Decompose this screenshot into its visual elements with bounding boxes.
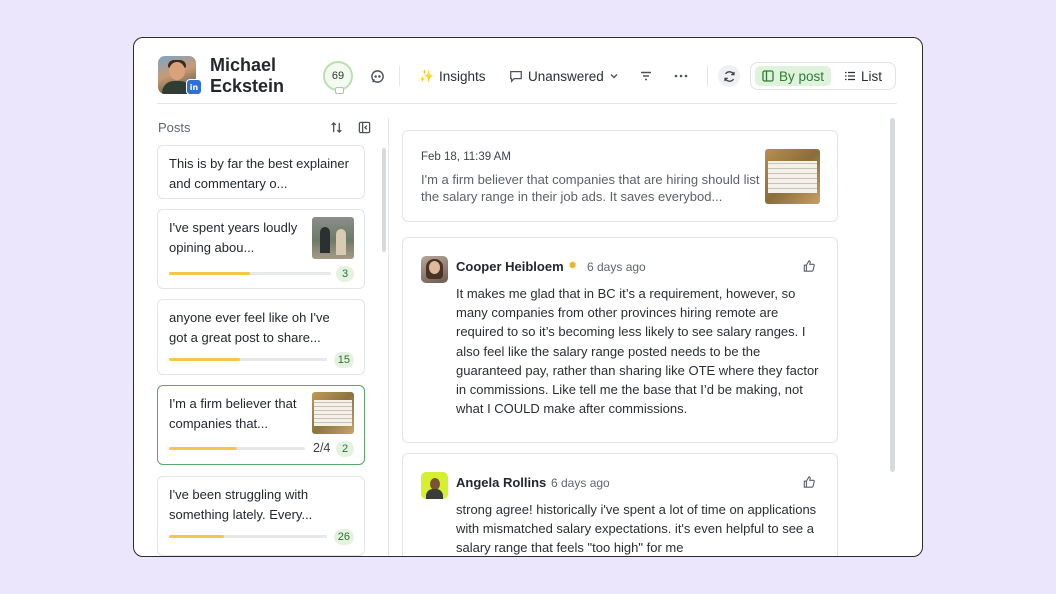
panel-divider bbox=[388, 118, 389, 556]
post-text: I've been struggling with something late… bbox=[169, 487, 313, 522]
unanswered-label: Unanswered bbox=[528, 68, 604, 84]
insights-label: Insights bbox=[438, 68, 486, 84]
view-list-label: List bbox=[861, 68, 883, 84]
user-name: Michael Eckstein bbox=[210, 55, 285, 96]
post-text: I'm a firm believer that companies that.… bbox=[169, 396, 297, 431]
avatar[interactable] bbox=[421, 472, 448, 499]
comment-card: Angela Rollins 6 days ago strong agree! … bbox=[402, 453, 838, 556]
post-text: I've spent years loudly opining abou... bbox=[169, 220, 298, 255]
reply-progress-bar bbox=[169, 447, 305, 450]
reply-ratio: 2/4 bbox=[313, 441, 331, 455]
post-thumbnail bbox=[312, 217, 354, 259]
post-thumbnail bbox=[312, 392, 354, 434]
comments-scrollbar[interactable] bbox=[890, 118, 895, 472]
comment-count-badge: 2 bbox=[336, 441, 354, 457]
comment-count-badge: 26 bbox=[333, 529, 354, 545]
score-badge[interactable]: 69 bbox=[323, 61, 353, 94]
comment-text: strong agree! historically i've spent a … bbox=[456, 502, 817, 556]
chat-bubble-icon[interactable] bbox=[369, 68, 385, 84]
view-list-button[interactable]: List bbox=[837, 66, 889, 86]
post-card[interactable]: anyone ever feel like oh I've got a grea… bbox=[157, 299, 365, 375]
commenter-name[interactable]: Cooper Heibloem bbox=[456, 259, 564, 274]
collapse-panel-icon[interactable] bbox=[357, 120, 371, 134]
comment-text: It makes me glad that in BC it’s a requi… bbox=[456, 286, 819, 417]
thumbs-up-icon[interactable] bbox=[803, 476, 817, 490]
layout-panel-icon bbox=[762, 70, 774, 82]
sun-icon: ✹ bbox=[568, 260, 578, 272]
more-icon[interactable] bbox=[672, 68, 690, 84]
posts-panel-title: Posts bbox=[158, 120, 191, 135]
filter-icon[interactable] bbox=[638, 68, 654, 84]
comment-count-badge: 15 bbox=[333, 352, 354, 368]
unanswered-filter-button[interactable]: Unanswered bbox=[509, 67, 619, 85]
comment-time: 6 days ago bbox=[551, 476, 610, 490]
app-window: in Michael Eckstein 69 ✨ Insights Unansw… bbox=[133, 37, 923, 557]
thumbs-up-icon[interactable] bbox=[803, 260, 817, 274]
view-by-post-label: By post bbox=[779, 68, 825, 84]
commenter-name[interactable]: Angela Rollins bbox=[456, 475, 546, 490]
reply-progress-bar bbox=[169, 535, 327, 538]
post-card[interactable]: This is by far the best explainer and co… bbox=[157, 145, 365, 199]
list-icon bbox=[845, 71, 855, 81]
header-divider bbox=[157, 103, 897, 104]
post-text: anyone ever feel like oh I've got a grea… bbox=[169, 310, 330, 345]
sort-icon[interactable] bbox=[329, 120, 343, 134]
post-card[interactable]: I've spent years loudly opining abou... … bbox=[157, 209, 365, 289]
posts-scrollbar[interactable] bbox=[382, 148, 386, 252]
post-text: This is by far the best explainer and co… bbox=[169, 156, 349, 191]
post-card-selected[interactable]: I'm a firm believer that companies that.… bbox=[157, 385, 365, 465]
divider bbox=[399, 66, 400, 86]
original-post-card[interactable]: Feb 18, 11:39 AM I'm a firm believer tha… bbox=[402, 130, 838, 222]
view-switcher: By post List bbox=[750, 62, 896, 90]
reply-progress-bar bbox=[169, 358, 327, 361]
refresh-icon[interactable] bbox=[718, 65, 740, 87]
posts-list: This is by far the best explainer and co… bbox=[157, 145, 367, 556]
comment-count-badge: 3 bbox=[336, 266, 354, 282]
reply-progress-bar bbox=[169, 272, 331, 275]
linkedin-icon: in bbox=[186, 79, 202, 95]
post-card[interactable]: I've been struggling with something late… bbox=[157, 476, 365, 556]
insights-button[interactable]: ✨ Insights bbox=[419, 67, 485, 85]
header: in Michael Eckstein 69 ✨ Insights Unansw… bbox=[134, 38, 922, 104]
message-icon bbox=[510, 71, 522, 83]
divider bbox=[707, 66, 708, 86]
chevron-down-icon bbox=[610, 74, 618, 79]
original-post-text: I'm a firm believer that companies that … bbox=[421, 172, 760, 204]
comment-time: 6 days ago bbox=[587, 260, 646, 274]
sparkle-icon: ✨ bbox=[419, 69, 434, 83]
post-date: Feb 18, 11:39 AM bbox=[421, 151, 511, 163]
view-by-post-button[interactable]: By post bbox=[755, 66, 832, 86]
post-thumbnail bbox=[765, 149, 820, 204]
avatar[interactable] bbox=[421, 256, 448, 283]
comments-area: Feb 18, 11:39 AM I'm a firm believer tha… bbox=[402, 130, 840, 556]
comment-card: Cooper Heibloem ✹ 6 days ago It makes me… bbox=[402, 237, 838, 443]
